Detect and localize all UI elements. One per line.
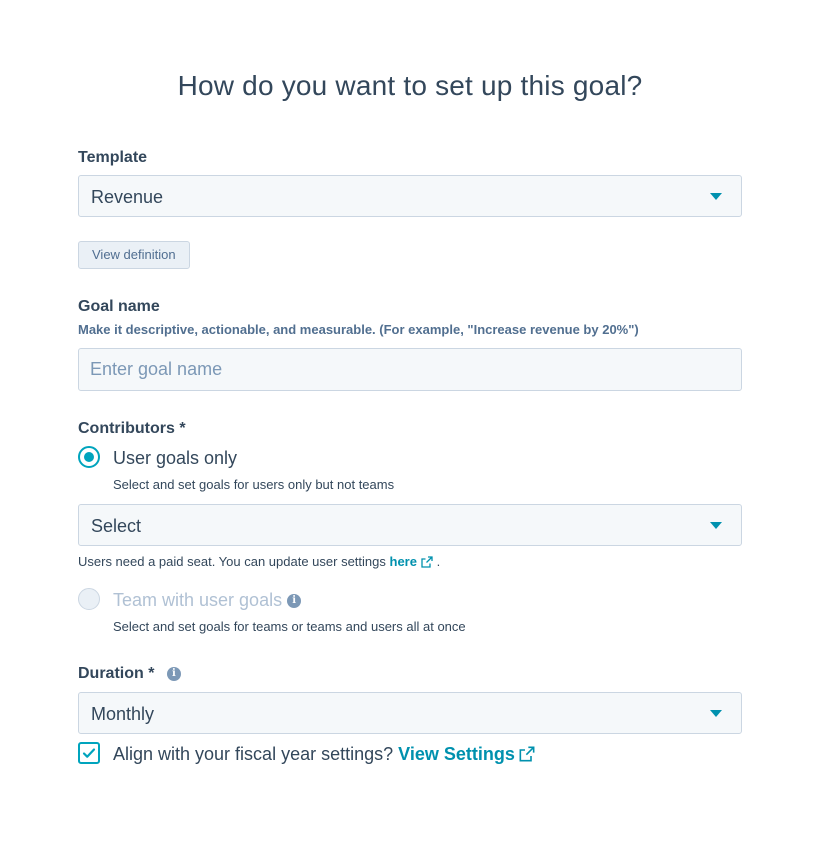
- template-label: Template: [78, 149, 148, 166]
- paid-seat-note: Users need a paid seat. You can update u…: [78, 554, 440, 569]
- external-link-icon: [421, 556, 433, 568]
- fiscal-year-checkbox[interactable]: [78, 742, 100, 764]
- goal-name-help: Make it descriptive, actionable, and mea…: [78, 322, 639, 337]
- user-select-value: Select: [91, 516, 142, 536]
- team-with-user-goals-radio[interactable]: [78, 588, 100, 610]
- chevron-down-icon: [710, 193, 722, 200]
- fiscal-year-label[interactable]: Align with your fiscal year settings?: [113, 744, 393, 764]
- duration-select[interactable]: Monthly: [78, 692, 742, 734]
- team-with-user-goals-option[interactable]: Team with user goals i: [113, 590, 302, 611]
- team-with-user-goals-description: Select and set goals for teams or teams …: [113, 619, 466, 634]
- paid-seat-note-text: Users need a paid seat. You can update u…: [78, 554, 386, 569]
- chevron-down-icon: [710, 710, 722, 717]
- user-settings-link[interactable]: here: [390, 554, 433, 569]
- check-icon: [82, 748, 96, 758]
- duration-select-value: Monthly: [91, 704, 155, 724]
- template-select-value: Revenue: [91, 187, 164, 207]
- team-with-user-goals-label: Team with user goals: [113, 590, 283, 610]
- contributors-label: Contributors *: [78, 420, 186, 437]
- user-goals-only-description: Select and set goals for users only but …: [113, 477, 395, 492]
- user-goals-only-label[interactable]: User goals only: [113, 448, 237, 469]
- page-title: How do you want to set up this goal?: [177, 70, 643, 101]
- external-link-icon: [519, 746, 535, 762]
- duration-label: Duration *: [78, 665, 155, 682]
- view-settings-link[interactable]: View Settings: [398, 744, 535, 764]
- template-select[interactable]: Revenue: [78, 175, 742, 217]
- duration-label-row: Duration * i: [78, 665, 181, 683]
- goal-name-input[interactable]: [78, 348, 742, 391]
- fiscal-year-label-row: Align with your fiscal year settings? Vi…: [113, 744, 535, 765]
- chevron-down-icon: [710, 522, 722, 529]
- info-icon[interactable]: i: [166, 666, 181, 681]
- paid-seat-note-suffix: .: [436, 554, 441, 569]
- goal-name-label: Goal name: [78, 298, 160, 315]
- info-icon[interactable]: i: [287, 594, 302, 609]
- view-definition-button[interactable]: View definition: [78, 241, 190, 269]
- user-select[interactable]: Select: [78, 504, 742, 546]
- user-goals-only-radio[interactable]: [78, 446, 100, 468]
